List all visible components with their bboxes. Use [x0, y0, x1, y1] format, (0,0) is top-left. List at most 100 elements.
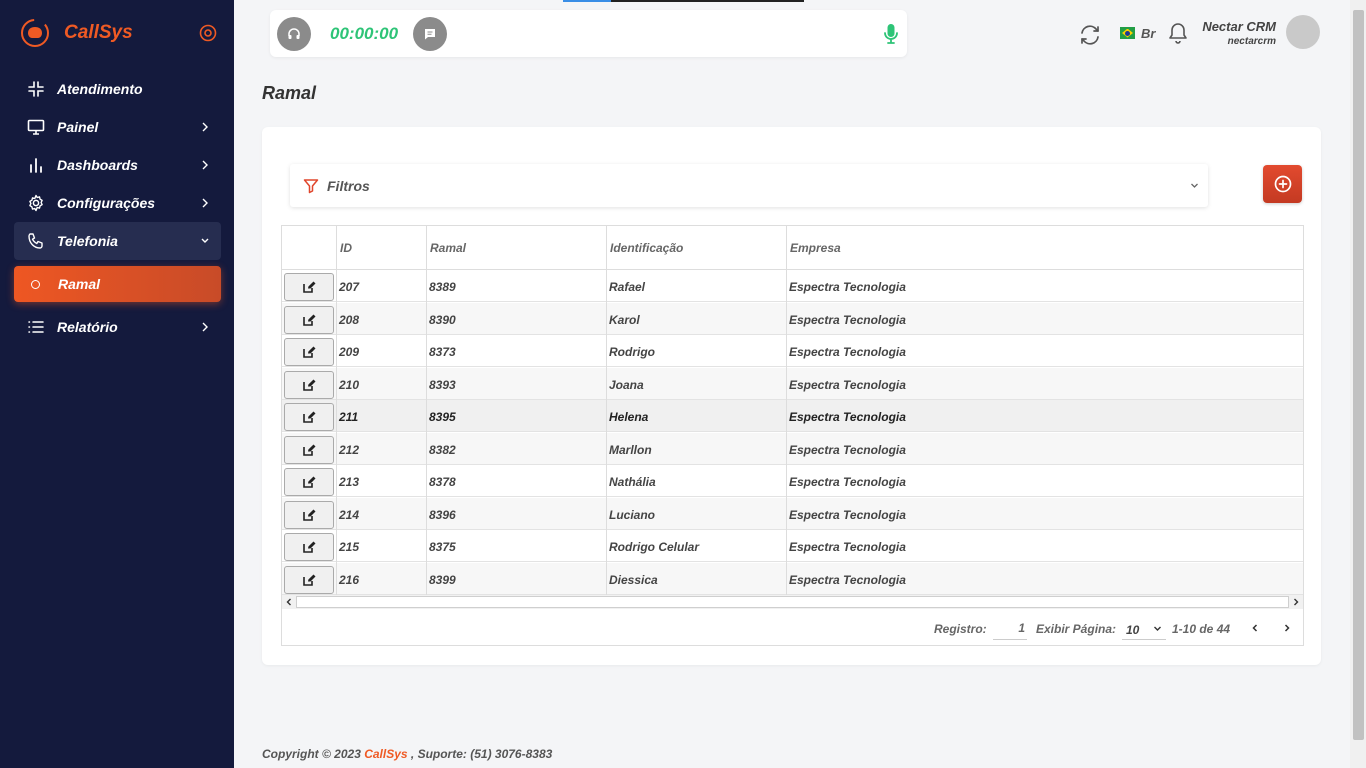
sync-icon[interactable]: [1077, 22, 1103, 48]
edit-icon: [303, 379, 316, 391]
exibir-label: Exibir Página:: [1036, 622, 1117, 636]
phone-icon: [26, 231, 46, 251]
sidebar-item-relatorio[interactable]: Relatório: [14, 308, 221, 346]
scroll-track[interactable]: [296, 596, 1289, 608]
plus-circle-icon: [1274, 175, 1291, 193]
cell-empresa: Espectra Tecnologia: [789, 540, 906, 554]
language-selector[interactable]: Br: [1141, 26, 1155, 41]
chevron-down-icon: [201, 238, 209, 243]
bell-icon[interactable]: [1168, 21, 1188, 45]
cell-id: 207: [339, 280, 360, 294]
table-row[interactable]: 214 8396 Luciano Espectra Tecnologia: [282, 497, 1303, 530]
table-row[interactable]: 215 8375 Rodrigo Celular Espectra Tecnologi…: [282, 530, 1303, 562]
edit-button[interactable]: [284, 370, 334, 399]
headset-button[interactable]: [277, 17, 311, 51]
add-button[interactable]: [1263, 165, 1302, 203]
table-row[interactable]: 208 8390 Karol Espectra Tecnologia: [282, 302, 1303, 335]
chevron-right-icon: [202, 122, 208, 132]
cell-id: 210: [339, 377, 360, 392]
scroll-right-icon[interactable]: [1291, 597, 1301, 607]
horizontal-scrollbar[interactable]: [282, 595, 1303, 609]
brand[interactable]: CallSys: [20, 16, 220, 50]
cell-empresa: Espectra Tecnologia: [789, 377, 906, 392]
sidebar-item-label: Relatório: [57, 319, 118, 335]
edit-button[interactable]: [284, 533, 334, 561]
column-header-ramal[interactable]: Ramal: [427, 226, 466, 270]
pagination: Registro: Exibir Página: 10 1-10 de 44: [282, 610, 1303, 646]
chevron-right-icon: [202, 160, 208, 170]
chevron-right-icon: [202, 322, 208, 332]
edit-button[interactable]: [284, 500, 334, 529]
microphone-icon[interactable]: [883, 22, 899, 46]
cell-id: 209: [339, 345, 360, 359]
registro-input[interactable]: [993, 616, 1027, 640]
sidebar-item-label: Telefonia: [57, 233, 118, 249]
sidebar-item-atendimento[interactable]: Atendimento: [14, 70, 221, 108]
edit-button[interactable]: [284, 273, 334, 301]
cell-identificacao: Helena: [609, 410, 649, 424]
sidebar-item-label: Dashboards: [57, 157, 138, 173]
chevron-right-icon: [202, 198, 208, 208]
edit-button[interactable]: [284, 305, 334, 334]
edit-button[interactable]: [284, 403, 334, 431]
cell-identificacao: Joana: [609, 377, 644, 392]
chevron-right-icon: [1284, 624, 1290, 632]
cell-empresa: Espectra Tecnologia: [789, 572, 906, 587]
filter-icon: [303, 178, 319, 193]
cell-id: 216: [339, 572, 360, 587]
sidebar-item-configuracoes[interactable]: Configurações: [14, 184, 221, 222]
page-size-select[interactable]: 10: [1122, 616, 1166, 640]
cell-ramal: 8393: [429, 377, 456, 392]
sidebar-item-label: Painel: [57, 119, 99, 135]
cell-ramal: 8399: [429, 572, 456, 587]
column-header-id[interactable]: ID: [337, 226, 352, 270]
cell-empresa: Espectra Tecnologia: [789, 345, 906, 359]
target-icon[interactable]: [199, 24, 217, 42]
table-row[interactable]: 209 8373 Rodrigo Espectra Tecnologia: [282, 335, 1303, 367]
user-name: Nectar CRM: [1202, 19, 1276, 34]
sidebar-subitem-ramal[interactable]: Ramal: [14, 266, 221, 302]
page-scrollbar[interactable]: [1350, 0, 1366, 768]
avatar[interactable]: [1286, 15, 1320, 49]
chat-button[interactable]: [413, 17, 447, 51]
cell-ramal: 8375: [429, 540, 456, 554]
cell-id: 211: [339, 410, 359, 424]
sidebar: CallSys Atendimento Painel Dashboards Co…: [0, 0, 234, 768]
footer-brand-link[interactable]: CallSys: [364, 747, 407, 761]
brazil-flag-icon[interactable]: [1120, 27, 1135, 39]
footer-support: , Suporte: (51) 3076-8383: [407, 747, 553, 761]
edit-button[interactable]: [284, 435, 334, 464]
edit-button[interactable]: [284, 338, 334, 366]
cell-id: 214: [339, 507, 360, 522]
sidebar-item-telefonia[interactable]: Telefonia: [14, 222, 221, 260]
column-header-identificacao[interactable]: Identificação: [607, 226, 683, 270]
cell-identificacao: Luciano: [609, 507, 656, 522]
call-bar: 00:00:00: [270, 0, 907, 57]
chat-icon: [425, 29, 435, 40]
sidebar-item-dashboards[interactable]: Dashboards: [14, 146, 221, 184]
table-row[interactable]: 210 8393 Joana Espectra Tecnologia: [282, 367, 1303, 400]
cell-empresa: Espectra Tecnologia: [789, 507, 906, 522]
scroll-left-icon[interactable]: [284, 597, 294, 607]
table-row[interactable]: 207 8389 Rafael Espectra Tecnologia: [282, 270, 1303, 302]
sidebar-item-painel[interactable]: Painel: [14, 108, 221, 146]
filters-panel[interactable]: Filtros: [290, 164, 1208, 207]
next-page-button[interactable]: [1278, 619, 1296, 637]
table-row[interactable]: 211 8395 Helena Espectra Tecnologia: [282, 400, 1303, 432]
cell-id: 212: [339, 442, 360, 457]
prev-page-button[interactable]: [1246, 619, 1264, 637]
table-row[interactable]: 212 8382 Marllon Espectra Tecnologia: [282, 432, 1303, 465]
cell-ramal: 8396: [429, 507, 456, 522]
column-header-empresa[interactable]: Empresa: [787, 226, 841, 270]
monitor-icon: [26, 117, 46, 137]
edit-button[interactable]: [284, 565, 334, 594]
table-row[interactable]: 216 8399 Diessica Espectra Tecnologia: [282, 562, 1303, 595]
table-row[interactable]: 213 8378 Nathália Espectra Tecnologia: [282, 465, 1303, 497]
cell-identificacao: Nathália: [609, 475, 656, 489]
cell-identificacao: Karol: [609, 312, 640, 327]
brain-logo-icon: [21, 19, 49, 47]
edit-button[interactable]: [284, 468, 334, 496]
cell-id: 208: [339, 312, 360, 327]
sidebar-nav: Atendimento Painel Dashboards Configuraç…: [14, 70, 221, 346]
ramal-table: ID Ramal Identificação Empresa 207 8389 Ra…: [281, 225, 1304, 646]
